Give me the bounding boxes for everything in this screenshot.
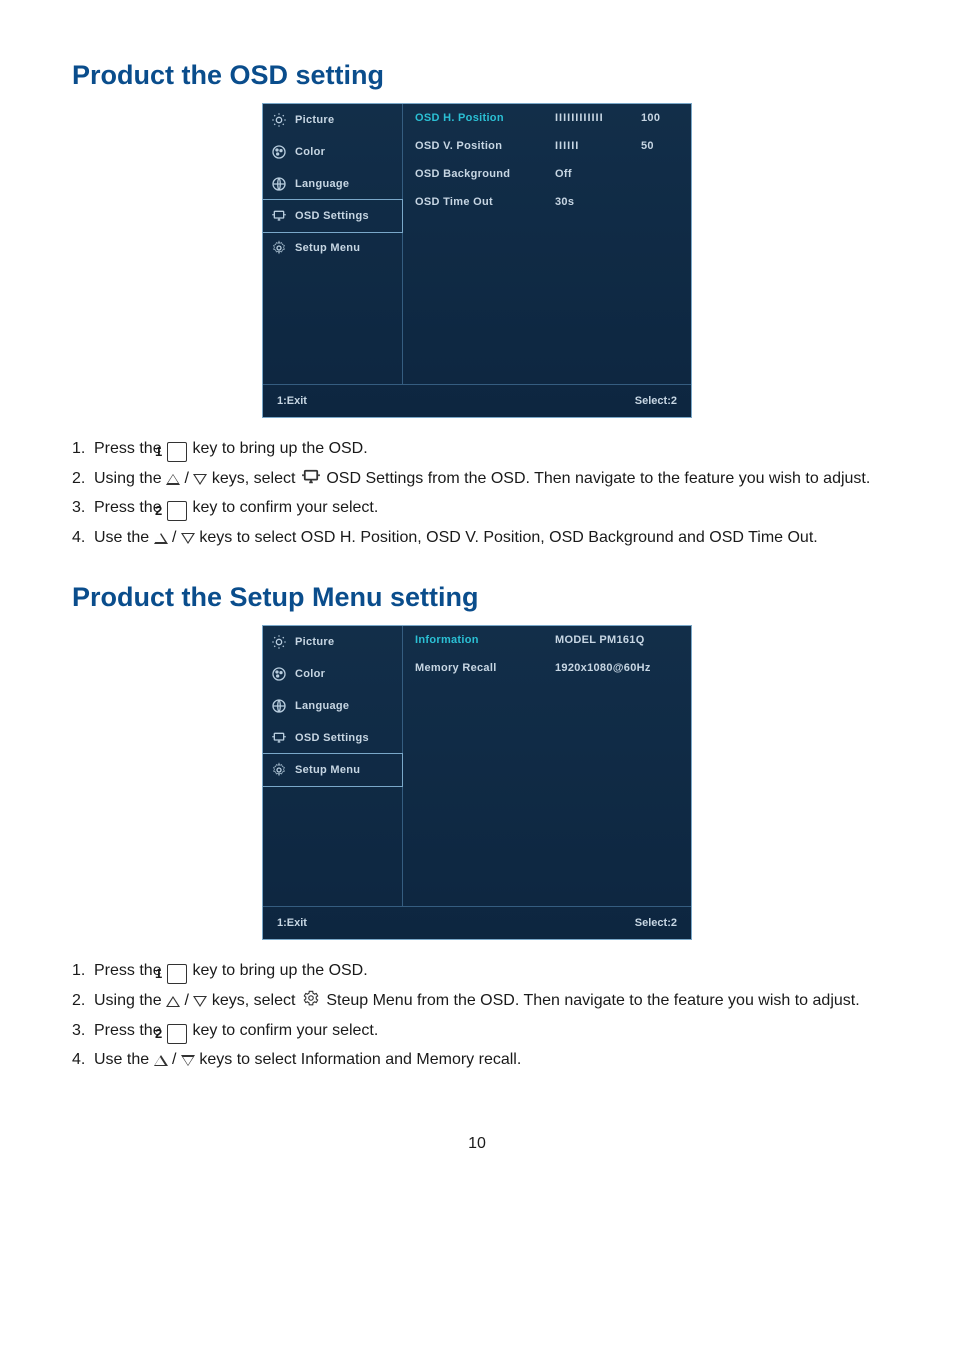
sidebar-item-color[interactable]: Color xyxy=(263,136,402,168)
sidebar-item-picture[interactable]: Picture xyxy=(263,626,402,658)
osd-row-value: MODEL PM161Q xyxy=(555,634,645,646)
osd-row-label: OSD Background xyxy=(415,168,555,180)
sidebar-item-language[interactable]: Language xyxy=(263,168,402,200)
osd-row-value: 30s xyxy=(555,196,574,208)
sidebar-item-label: Picture xyxy=(295,636,334,648)
sidebar-item-label: OSD Settings xyxy=(295,732,369,744)
step-3: 3.Press the 2 key to confirm your select… xyxy=(72,1016,882,1046)
triangle-down-icon xyxy=(181,1055,195,1066)
osd-row-background[interactable]: OSD Background Off xyxy=(403,160,691,188)
osd-icon xyxy=(271,208,287,224)
sidebar-item-setup-menu[interactable]: Setup Menu xyxy=(262,753,403,787)
osd-row-label: OSD H. Position xyxy=(415,112,555,124)
gear-icon xyxy=(271,762,287,778)
triangle-down-icon xyxy=(181,533,195,544)
step-4: 4.Use the / keys to select Information a… xyxy=(72,1045,882,1075)
osd-row-information[interactable]: Information MODEL PM161Q xyxy=(403,626,691,654)
triangle-up-icon xyxy=(166,996,180,1007)
sun-icon xyxy=(271,112,287,128)
osd-footer-select: Select:2 xyxy=(635,395,677,407)
step-4: 4.Use the / keys to select OSD H. Positi… xyxy=(72,523,882,553)
osd-footer: 1:Exit Select:2 xyxy=(263,906,691,939)
section-heading-setup-menu: Product the Setup Menu setting xyxy=(72,582,882,613)
osd-footer-select: Select:2 xyxy=(635,917,677,929)
page-number: 10 xyxy=(72,1135,882,1153)
step-3: 3.Press the 2 key to confirm your select… xyxy=(72,493,882,523)
steps-list-setup: 1.Press the 1 key to bring up the OSD. 2… xyxy=(72,956,882,1074)
sidebar-item-osd-settings[interactable]: OSD Settings xyxy=(263,722,402,754)
sidebar-item-picture[interactable]: Picture xyxy=(263,104,402,136)
sidebar-item-label: Color xyxy=(295,146,325,158)
triangle-up-icon xyxy=(154,533,168,544)
sidebar-item-label: Color xyxy=(295,668,325,680)
gear-icon xyxy=(271,240,287,256)
osd-footer-exit: 1:Exit xyxy=(277,917,307,929)
osd-row-value: 1920x1080@60Hz xyxy=(555,662,651,674)
osd-content: OSD H. Position IIIIIIIIIIII 100 OSD V. … xyxy=(403,104,691,384)
sidebar-item-label: Language xyxy=(295,178,349,190)
key-2: 2 xyxy=(167,1024,187,1044)
sidebar-item-label: OSD Settings xyxy=(295,210,369,222)
osd-row-label: OSD Time Out xyxy=(415,196,555,208)
step-2: 2.Using the / keys, select Steup Menu fr… xyxy=(72,986,882,1016)
globe-icon xyxy=(271,698,287,714)
sidebar-item-language[interactable]: Language xyxy=(263,690,402,722)
osd-icon xyxy=(300,469,322,485)
triangle-up-icon xyxy=(166,474,180,485)
key-1: 1 xyxy=(167,442,187,462)
triangle-down-icon xyxy=(193,474,207,485)
sidebar-item-label: Language xyxy=(295,700,349,712)
osd-footer: 1:Exit Select:2 xyxy=(263,384,691,417)
palette-icon xyxy=(271,144,287,160)
osd-slider-ticks: IIIIII xyxy=(555,140,635,152)
osd-row-value: 50 xyxy=(641,140,654,152)
osd-row-label: Memory Recall xyxy=(415,662,555,674)
osd-row-label: OSD V. Position xyxy=(415,140,555,152)
sidebar-item-label: Setup Menu xyxy=(295,764,360,776)
sidebar-item-setup-menu[interactable]: Setup Menu xyxy=(263,232,402,264)
sidebar-item-label: Setup Menu xyxy=(295,242,360,254)
palette-icon xyxy=(271,666,287,682)
osd-row-memory-recall[interactable]: Memory Recall 1920x1080@60Hz xyxy=(403,654,691,682)
sidebar-item-osd-settings[interactable]: OSD Settings xyxy=(262,199,403,233)
sidebar-item-label: Picture xyxy=(295,114,334,126)
gear-icon xyxy=(300,990,322,1006)
setup-menu-window: Picture Color Language OSD Settings Setu… xyxy=(262,625,692,940)
triangle-down-icon xyxy=(193,996,207,1007)
key-2: 2 xyxy=(167,501,187,521)
osd-sidebar: Picture Color Language OSD Settings Setu… xyxy=(263,626,403,906)
step-1: 1.Press the 1 key to bring up the OSD. xyxy=(72,956,882,986)
triangle-up-icon xyxy=(154,1055,168,1066)
step-2: 2.Using the / keys, select OSD Settings … xyxy=(72,464,882,494)
osd-settings-window: Picture Color Language OSD Settings Setu… xyxy=(262,103,692,418)
osd-row-v-position[interactable]: OSD V. Position IIIIII 50 xyxy=(403,132,691,160)
osd-row-h-position[interactable]: OSD H. Position IIIIIIIIIIII 100 xyxy=(403,104,691,132)
sidebar-item-color[interactable]: Color xyxy=(263,658,402,690)
osd-row-value: Off xyxy=(555,168,572,180)
steps-list-osd: 1.Press the 1 key to bring up the OSD. 2… xyxy=(72,434,882,552)
globe-icon xyxy=(271,176,287,192)
osd-sidebar: Picture Color Language OSD Settings Setu… xyxy=(263,104,403,384)
osd-content: Information MODEL PM161Q Memory Recall 1… xyxy=(403,626,691,906)
osd-icon xyxy=(271,730,287,746)
step-1: 1.Press the 1 key to bring up the OSD. xyxy=(72,434,882,464)
section-heading-osd: Product the OSD setting xyxy=(72,60,882,91)
osd-slider-ticks: IIIIIIIIIIII xyxy=(555,112,635,124)
osd-row-label: Information xyxy=(415,634,555,646)
key-1: 1 xyxy=(167,964,187,984)
osd-footer-exit: 1:Exit xyxy=(277,395,307,407)
osd-row-timeout[interactable]: OSD Time Out 30s xyxy=(403,188,691,216)
osd-row-value: 100 xyxy=(641,112,660,124)
sun-icon xyxy=(271,634,287,650)
